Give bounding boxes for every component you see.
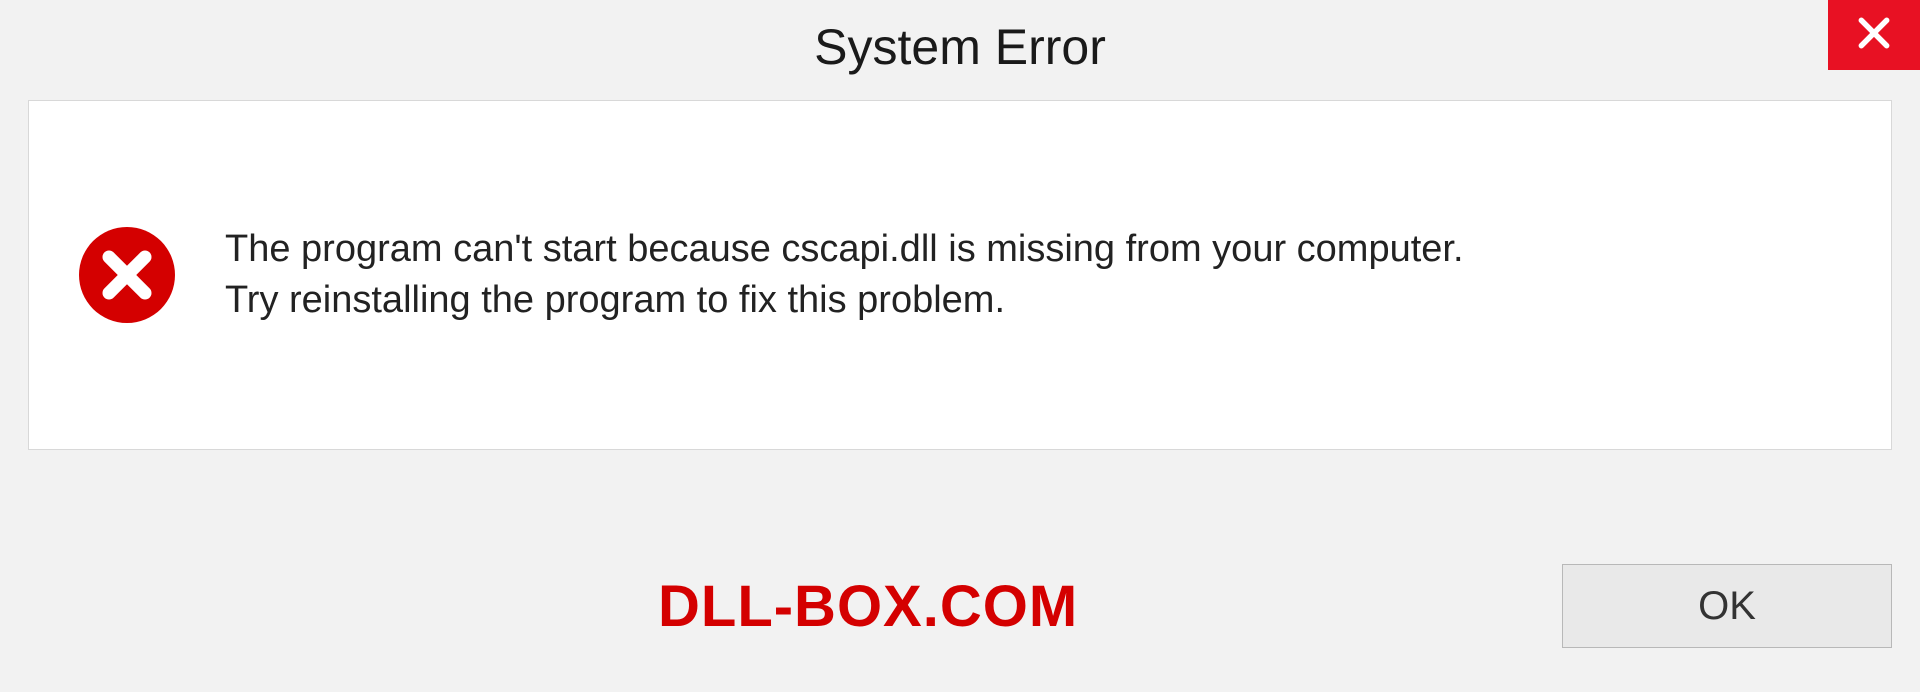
- watermark-text: DLL-BOX.COM: [658, 573, 1078, 640]
- message-block: The program can't start because cscapi.d…: [225, 224, 1843, 327]
- message-line-1: The program can't start because cscapi.d…: [225, 224, 1843, 275]
- message-line-2: Try reinstalling the program to fix this…: [225, 275, 1843, 326]
- ok-button[interactable]: OK: [1562, 564, 1892, 648]
- titlebar: System Error: [0, 0, 1920, 100]
- footer: DLL-BOX.COM OK: [0, 564, 1920, 692]
- ok-button-label: OK: [1698, 584, 1756, 629]
- close-icon: [1855, 14, 1893, 57]
- close-button[interactable]: [1828, 0, 1920, 70]
- error-icon: [77, 225, 177, 325]
- content-panel: The program can't start because cscapi.d…: [28, 100, 1892, 450]
- dialog-title: System Error: [814, 18, 1106, 76]
